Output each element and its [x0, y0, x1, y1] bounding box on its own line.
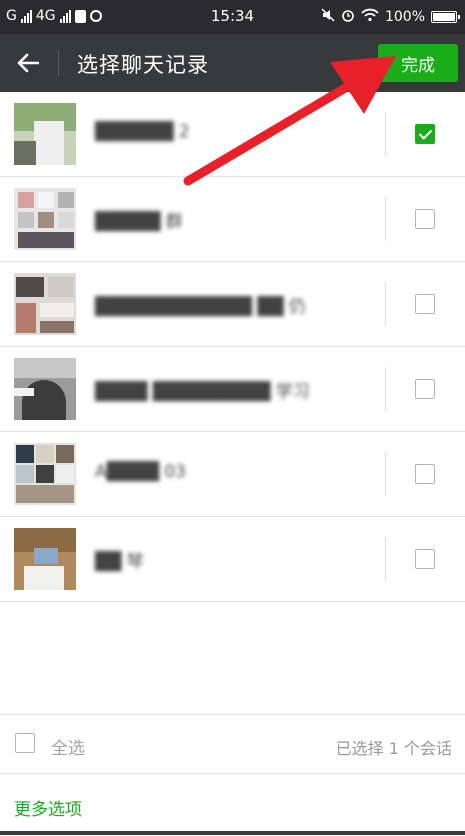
chat-list: ██████ 2 █████ 群 ████████████ ██ 仍 ████ … — [0, 92, 465, 602]
chat-checkbox[interactable] — [415, 379, 435, 399]
avatar — [14, 103, 76, 165]
select-all-bar: 全选 已选择 1 个会话 — [0, 714, 465, 773]
page-title: 选择聊天记录 — [77, 53, 209, 77]
row-divider — [385, 367, 386, 411]
row-divider — [385, 197, 386, 241]
status-right: 100% — [321, 8, 460, 26]
avatar — [14, 273, 76, 335]
chat-name: ████████████ ██ 仍 — [95, 297, 306, 317]
bottom-strip — [0, 831, 465, 835]
avatar — [14, 358, 76, 420]
select-all-label[interactable]: 全选 — [51, 734, 85, 759]
chat-checkbox[interactable] — [415, 294, 435, 314]
nav-bar: 选择聊天记录 完成 — [0, 34, 465, 92]
chat-row[interactable]: ████ █████████ 学习 — [0, 347, 465, 432]
more-options-link[interactable]: 更多选项 — [14, 795, 82, 820]
alarm-icon — [341, 8, 355, 26]
chat-row[interactable]: ██████ 2 — [0, 92, 465, 177]
avatar — [14, 443, 76, 505]
more-options-bar: 更多选项 — [0, 773, 465, 836]
chat-checkbox[interactable] — [415, 464, 435, 484]
mute-icon — [321, 8, 335, 26]
back-button[interactable] — [10, 46, 46, 80]
chat-name: ██ 琴 — [95, 552, 144, 572]
chat-name: A████ 03 — [95, 462, 186, 482]
wifi-icon — [361, 8, 379, 26]
chat-row[interactable]: █████ 群 — [0, 177, 465, 262]
chat-checkbox[interactable] — [415, 209, 435, 229]
chat-row[interactable]: ████████████ ██ 仍 — [0, 262, 465, 347]
chat-checkbox[interactable] — [415, 549, 435, 569]
chat-row[interactable]: A████ 03 — [0, 432, 465, 517]
chat-checkbox[interactable] — [415, 124, 435, 144]
chat-name: █████ 群 — [95, 212, 183, 232]
avatar — [14, 188, 76, 250]
battery-icon — [431, 11, 460, 23]
chat-row[interactable]: ██ 琴 — [0, 517, 465, 602]
avatar — [14, 528, 76, 590]
row-divider — [385, 112, 386, 156]
chat-name: ████ █████████ 学习 — [95, 382, 310, 402]
row-divider — [385, 282, 386, 326]
select-all-checkbox[interactable] — [15, 733, 35, 753]
chat-name: ██████ 2 — [95, 122, 190, 142]
battery-percent: 100% — [384, 9, 425, 25]
selected-count: 已选择 1 个会话 — [335, 739, 452, 758]
row-divider — [385, 452, 386, 496]
nav-divider — [58, 50, 59, 76]
row-divider — [385, 537, 386, 581]
done-button[interactable]: 完成 — [378, 44, 458, 82]
status-bar: G 4G 15:34 100% — [0, 0, 465, 34]
back-arrow-icon — [17, 53, 39, 73]
